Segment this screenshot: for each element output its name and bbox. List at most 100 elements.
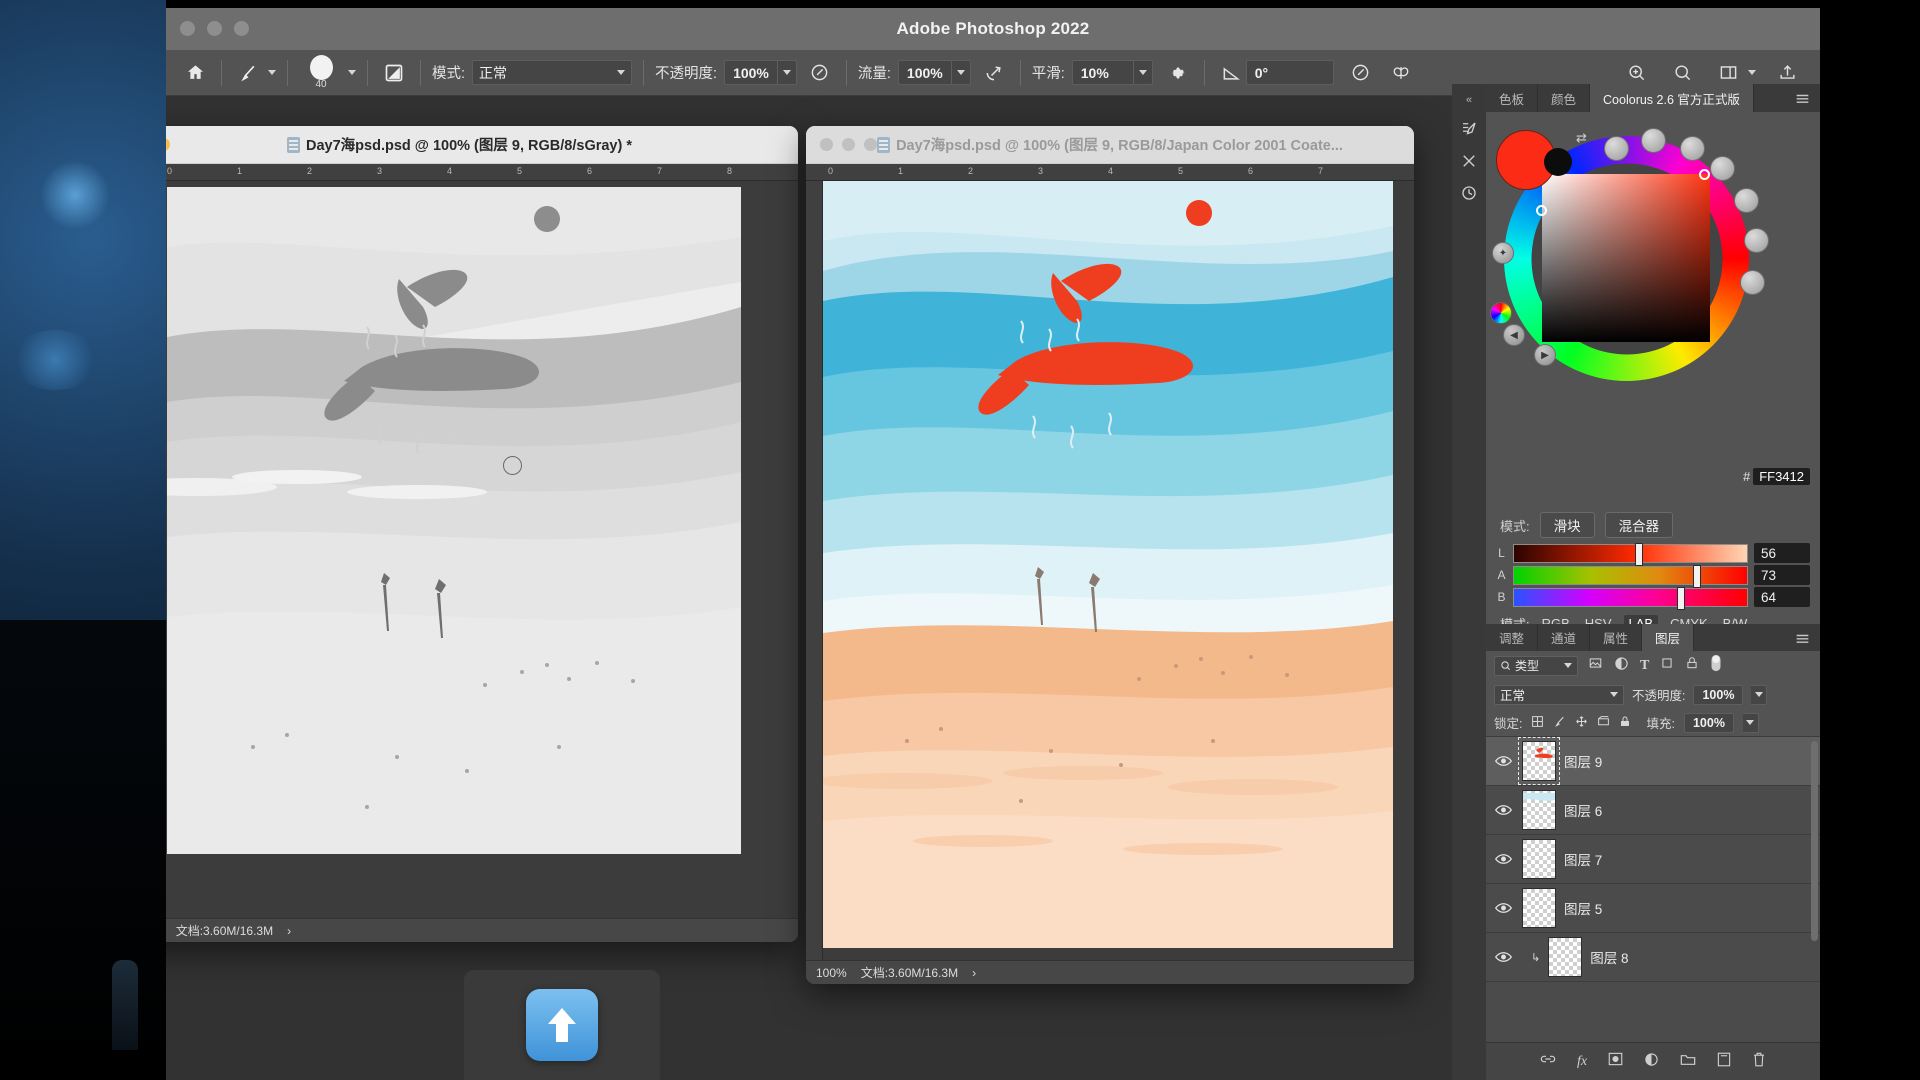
hex-field[interactable]: # FF3412 bbox=[1743, 468, 1810, 485]
slider-value-A[interactable]: 73 bbox=[1754, 565, 1810, 585]
slider-track-B[interactable] bbox=[1513, 586, 1748, 610]
table-row[interactable]: 图层 9 bbox=[1486, 737, 1820, 786]
maximize-window-button[interactable] bbox=[234, 21, 249, 36]
zoom-document-button[interactable] bbox=[864, 138, 877, 151]
zoom-level[interactable]: 100% bbox=[816, 966, 847, 980]
lock-image-icon[interactable] bbox=[1553, 715, 1566, 731]
new-group-icon[interactable] bbox=[1680, 1052, 1696, 1071]
layer-opacity-stepper[interactable] bbox=[1751, 684, 1768, 705]
layer-thumbnail[interactable] bbox=[1522, 839, 1556, 879]
chevron-down-icon[interactable] bbox=[268, 70, 276, 75]
table-row[interactable]: 图层 7 bbox=[1486, 835, 1820, 884]
lock-transparent-icon[interactable] bbox=[1531, 715, 1544, 731]
tab-coolorus[interactable]: Coolorus 2.6 官方正式版 bbox=[1590, 84, 1754, 112]
history-icon[interactable] bbox=[1454, 178, 1484, 208]
layer-style-icon[interactable]: fx bbox=[1577, 1054, 1587, 1070]
harmony-complementary-icon[interactable] bbox=[1641, 128, 1666, 153]
butterfly-symmetry-icon[interactable] bbox=[1386, 58, 1416, 88]
document-window-grayscale[interactable]: Day7海psd.psd @ 100% (图层 9, RGB/8/sGray) … bbox=[166, 126, 798, 942]
link-layers-icon[interactable] bbox=[1540, 1052, 1556, 1071]
layer-visibility-icon[interactable] bbox=[1492, 951, 1514, 963]
layer-opacity-input[interactable]: 100% bbox=[1693, 684, 1744, 705]
fill-input[interactable]: 100% bbox=[1683, 712, 1734, 733]
adjustment-filter-icon[interactable] bbox=[1614, 656, 1629, 676]
layer-visibility-icon[interactable] bbox=[1492, 804, 1514, 816]
slider-track-L[interactable] bbox=[1513, 542, 1748, 566]
minimize-document-button[interactable] bbox=[842, 138, 855, 151]
flow-stepper[interactable] bbox=[951, 60, 971, 85]
tab-color[interactable]: 颜色 bbox=[1538, 84, 1591, 112]
brush-settings-icon[interactable] bbox=[1454, 114, 1484, 144]
layer-visibility-icon[interactable] bbox=[1492, 902, 1514, 914]
smartobject-filter-icon[interactable] bbox=[1685, 656, 1699, 675]
layer-thumbnail[interactable] bbox=[1518, 737, 1560, 785]
table-row[interactable]: 图层 6 bbox=[1486, 786, 1820, 835]
arrange-documents-button[interactable] bbox=[1713, 58, 1756, 88]
fill-stepper[interactable] bbox=[1742, 712, 1759, 733]
layer-visibility-icon[interactable] bbox=[1492, 755, 1514, 767]
sv-handle[interactable] bbox=[1699, 169, 1710, 180]
tab-layers[interactable]: 图层 bbox=[1642, 624, 1695, 651]
document-traffic-lights[interactable] bbox=[820, 138, 877, 151]
canvas-area[interactable]: 100% 文档:3.60M/16.3M › bbox=[806, 181, 1414, 984]
smoothing-stepper[interactable] bbox=[1133, 60, 1153, 85]
hue-handle[interactable] bbox=[1536, 205, 1547, 216]
slider-thumb-B[interactable] bbox=[1677, 586, 1686, 610]
airbrush-icon[interactable] bbox=[979, 58, 1009, 88]
document-window-color[interactable]: Day7海psd.psd @ 100% (图层 9, RGB/8/Japan C… bbox=[806, 126, 1414, 984]
delete-layer-icon[interactable] bbox=[1752, 1052, 1766, 1072]
layer-blend-mode-select[interactable]: 正常 bbox=[1494, 684, 1624, 705]
blend-mode-select[interactable]: 正常 bbox=[472, 60, 633, 85]
harmony-mono-icon[interactable] bbox=[1604, 136, 1629, 161]
table-row[interactable]: 图层 5 bbox=[1486, 884, 1820, 933]
slider-track-A[interactable] bbox=[1513, 564, 1748, 588]
layer-list[interactable]: 图层 9 图层 6 图层 7 图层 5 ↳ 图层 8 bbox=[1486, 737, 1820, 1042]
double-chevron-left-icon[interactable]: « bbox=[1466, 94, 1472, 106]
minimize-document-button[interactable] bbox=[166, 138, 170, 151]
gear-icon[interactable] bbox=[1163, 58, 1193, 88]
opacity-input[interactable]: 100% bbox=[724, 60, 778, 85]
layer-thumbnail[interactable] bbox=[1548, 937, 1583, 977]
lock-artboard-icon[interactable] bbox=[1597, 715, 1610, 731]
tab-channels[interactable]: 通道 bbox=[1538, 624, 1591, 651]
canvas-area[interactable]: 100% 文档:3.60M/16.3M › bbox=[166, 181, 798, 942]
image-filter-icon[interactable] bbox=[1588, 656, 1603, 675]
home-icon[interactable] bbox=[180, 58, 210, 88]
tab-swatches[interactable]: 色板 bbox=[1486, 84, 1539, 112]
swap-colors-icon[interactable]: ⇄ bbox=[1576, 130, 1587, 146]
brush-panel-icon[interactable] bbox=[379, 58, 409, 88]
harmony-analogous-icon[interactable] bbox=[1734, 188, 1759, 213]
slider-value-L[interactable]: 56 bbox=[1754, 543, 1810, 563]
opacity-stepper[interactable] bbox=[777, 60, 797, 85]
close-document-button[interactable] bbox=[820, 138, 833, 151]
pressure-opacity-icon[interactable] bbox=[805, 58, 835, 88]
brush-preset-preview[interactable]: 40 bbox=[299, 54, 343, 92]
window-traffic-lights[interactable] bbox=[180, 21, 249, 36]
chevron-down-icon[interactable] bbox=[348, 70, 356, 75]
mixer-mode-button[interactable]: 混合器 bbox=[1604, 512, 1674, 538]
brush-icon[interactable] bbox=[233, 58, 263, 88]
panel-menu-icon[interactable] bbox=[1785, 84, 1820, 112]
harmony-split-icon[interactable] bbox=[1744, 228, 1769, 253]
flow-input[interactable]: 100% bbox=[897, 60, 952, 85]
adjustment-layer-icon[interactable] bbox=[1644, 1052, 1659, 1072]
secondary-color-swatch[interactable] bbox=[1544, 148, 1572, 176]
new-layer-icon[interactable] bbox=[1717, 1052, 1731, 1072]
adjustments-icon[interactable] bbox=[1454, 146, 1484, 176]
harmony-custom-icon[interactable] bbox=[1740, 270, 1765, 295]
layer-mask-icon[interactable] bbox=[1608, 1052, 1623, 1071]
search-plus-icon[interactable] bbox=[1621, 58, 1651, 88]
close-window-button[interactable] bbox=[180, 21, 195, 36]
layer-filter-select[interactable]: 类型 bbox=[1494, 655, 1578, 676]
layer-list-scrollbar[interactable] bbox=[1811, 741, 1818, 941]
lock-position-icon[interactable] bbox=[1575, 715, 1588, 731]
status-expand-arrow[interactable]: › bbox=[287, 924, 291, 938]
canvas-color[interactable] bbox=[823, 181, 1393, 948]
zoom-document-button[interactable] bbox=[179, 138, 192, 151]
smoothing-input[interactable]: 10% bbox=[1071, 60, 1134, 85]
shape-filter-icon[interactable] bbox=[1660, 656, 1674, 675]
harmony-triad-icon[interactable] bbox=[1680, 136, 1705, 161]
search-icon[interactable] bbox=[1667, 58, 1697, 88]
minimize-window-button[interactable] bbox=[207, 21, 222, 36]
layer-visibility-icon[interactable] bbox=[1492, 853, 1514, 865]
